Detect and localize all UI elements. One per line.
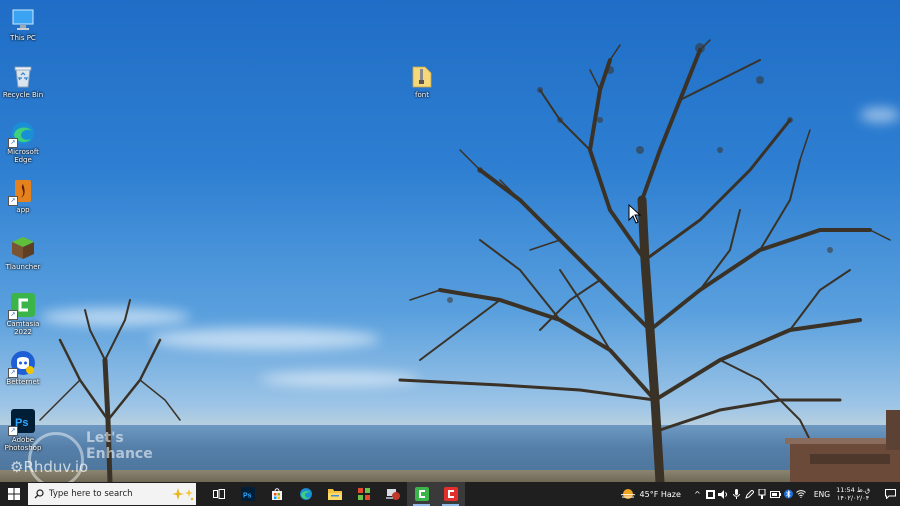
- weather-widget[interactable]: 45°F Haze: [620, 488, 681, 500]
- microphone-button[interactable]: [730, 482, 743, 506]
- weather-text: 45°F Haze: [639, 489, 681, 499]
- task-view-icon: [212, 489, 225, 499]
- watermark-brand: Let's Enhance: [86, 430, 153, 462]
- wifi-icon: [796, 490, 807, 498]
- bluetooth-icon: [783, 489, 793, 499]
- show-hidden-icons-button[interactable]: ^: [691, 482, 704, 506]
- wifi-button[interactable]: [795, 482, 808, 506]
- taskbar-file-explorer[interactable]: [320, 482, 349, 506]
- taskbar-photoshop[interactable]: Ps: [233, 482, 262, 506]
- desktop-icon-label: Camtasia 2022: [6, 320, 40, 336]
- taskbar-task-view[interactable]: [204, 482, 233, 506]
- desktop[interactable]: This PC Recycle Bin ↗ Microsoft Edge ↗ a…: [0, 0, 900, 482]
- taskbar-app[interactable]: [349, 482, 378, 506]
- taskbar-network-app[interactable]: [378, 482, 407, 506]
- taskbar-camtasia[interactable]: [407, 482, 436, 506]
- edge-icon: [299, 488, 312, 500]
- desktop-icon-label: Betternet: [6, 378, 40, 386]
- microsoft-store-icon: [271, 488, 282, 500]
- shortcut-arrow-icon: ↗: [8, 368, 18, 378]
- desktop-icon-tlauncher[interactable]: Tlauncher: [0, 235, 46, 271]
- battery-button[interactable]: [769, 482, 782, 506]
- battery-icon: [769, 490, 781, 498]
- shortcut-arrow-icon: ↗: [8, 196, 18, 206]
- wallpaper-building: [785, 410, 900, 482]
- notification-icon: [884, 489, 896, 499]
- taskbar-camtasia-recorder[interactable]: [436, 482, 465, 506]
- minecraft-block-icon: [12, 237, 34, 259]
- notification-center-button[interactable]: [880, 482, 900, 506]
- bluetooth-button[interactable]: [782, 482, 795, 506]
- camtasia-icon: [414, 487, 429, 501]
- watermark: Let's Enhance ⚙Rhduv.io: [6, 430, 176, 482]
- windows-logo-icon: [8, 488, 20, 500]
- desktop-icon-label: Microsoft Edge: [7, 148, 39, 164]
- pen-button[interactable]: [743, 482, 756, 506]
- desktop-icon-label: font: [415, 91, 429, 99]
- mouse-cursor-icon: [628, 204, 642, 224]
- clock-time: 11:54 ق.ظ: [836, 486, 870, 494]
- svg-text:Ps: Ps: [243, 493, 252, 500]
- clock-date: ۱۴۰۲/۰۲/۰۴: [836, 494, 870, 502]
- camtasia-recorder-icon: [443, 487, 458, 501]
- input-language-indicator[interactable]: ENG: [814, 490, 830, 499]
- desktop-icon-this-pc[interactable]: This PC: [0, 6, 46, 42]
- haze-sun-icon: [620, 489, 635, 499]
- taskbar-microsoft-store[interactable]: [262, 482, 291, 506]
- search-placeholder: Type here to search: [49, 489, 133, 499]
- wallpaper-trees: [39, 39, 891, 482]
- usb-button[interactable]: [756, 482, 769, 506]
- microphone-icon: [732, 489, 740, 499]
- desktop-icon-app[interactable]: ↗ app: [0, 178, 46, 214]
- shortcut-arrow-icon: ↗: [8, 310, 18, 320]
- network-app-icon: [385, 489, 400, 500]
- tray-app-icon: [705, 489, 715, 499]
- start-button[interactable]: [0, 482, 28, 506]
- search-highlights-icon: [172, 488, 194, 501]
- desktop-icon-font[interactable]: font: [399, 63, 445, 99]
- chevron-up-icon: ^: [694, 489, 701, 499]
- watermark-handle-text: Rhduv.io: [23, 458, 89, 476]
- desktop-icon-label: Recycle Bin: [2, 91, 44, 99]
- desktop-icon-recycle-bin[interactable]: Recycle Bin: [0, 63, 46, 99]
- desktop-icon-camtasia[interactable]: ↗ Camtasia 2022: [0, 292, 46, 336]
- desktop-icon-label: Tlauncher: [5, 263, 41, 271]
- taskbar-search-box[interactable]: Type here to search: [28, 483, 196, 505]
- volume-button[interactable]: [717, 482, 730, 506]
- pen-icon: [745, 489, 754, 499]
- app-icon: [357, 488, 370, 500]
- taskbar: Type here to search Ps 45°F Haze ^ ENG 1…: [0, 482, 900, 506]
- watermark-handle: ⚙Rhduv.io: [10, 458, 88, 476]
- photoshop-icon: Ps: [240, 487, 255, 501]
- recycle-bin-icon: [14, 66, 32, 88]
- shortcut-arrow-icon: ↗: [8, 138, 18, 148]
- zip-folder-icon: [412, 66, 432, 88]
- desktop-icon-label: app: [16, 206, 30, 214]
- usb-device-icon: [758, 489, 766, 499]
- search-icon: [34, 489, 44, 499]
- file-explorer-icon: [327, 489, 342, 500]
- desktop-icon-label: This PC: [10, 34, 36, 42]
- speaker-icon: [718, 489, 728, 499]
- tray-app-button[interactable]: [704, 482, 717, 506]
- system-tray: 45°F Haze ^ ENG 11:54 ق.ظ ۱۴۰۲/۰۲/۰۴: [620, 482, 900, 506]
- desktop-icon-betternet[interactable]: ↗ Betternet: [0, 350, 46, 386]
- monitor-icon: [12, 9, 34, 30]
- desktop-icon-microsoft-edge[interactable]: ↗ Microsoft Edge: [0, 120, 46, 164]
- gear-icon: ⚙: [10, 458, 24, 476]
- taskbar-edge[interactable]: [291, 482, 320, 506]
- taskbar-clock[interactable]: 11:54 ق.ظ ۱۴۰۲/۰۲/۰۴: [836, 486, 870, 502]
